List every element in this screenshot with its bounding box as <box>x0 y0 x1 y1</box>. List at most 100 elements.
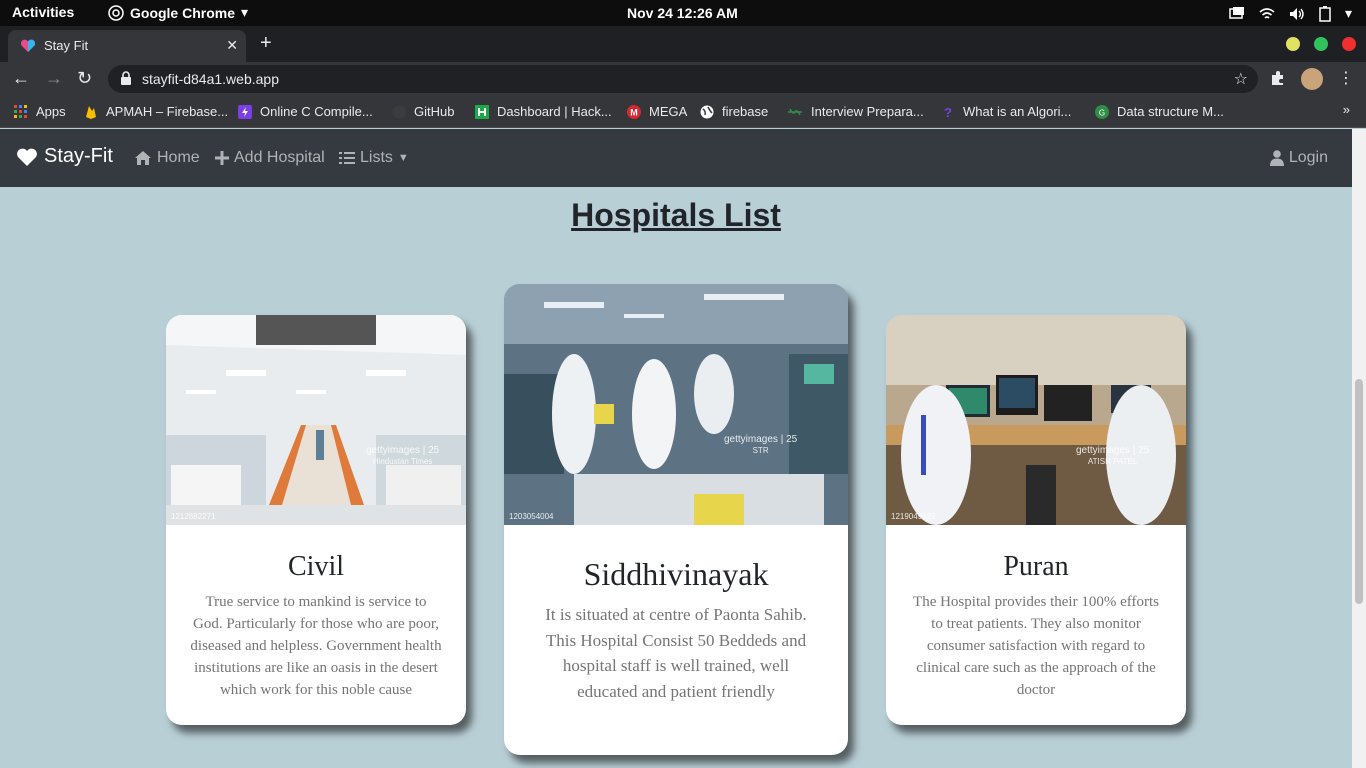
globe-icon <box>700 105 714 118</box>
url-text: stayfit-d84a1.web.app <box>142 71 279 87</box>
nav-home-label: Home <box>157 149 200 166</box>
forward-icon[interactable]: → <box>45 68 63 89</box>
bookmark-star-icon[interactable]: ☆ <box>1234 69 1248 89</box>
back-icon[interactable]: ← <box>12 68 30 89</box>
bookmark-label: firebase <box>722 104 769 119</box>
bookmark-label: Dashboard | Hack... <box>497 104 612 119</box>
hospital-card[interactable]: gettyimages | 25 ATISH PATEL 1219049622 P… <box>886 315 1186 725</box>
photo-id: 1212882271 <box>171 512 216 521</box>
hospital-card[interactable]: gettyimages | 25 Hindustan Times 12128822… <box>166 315 466 725</box>
photo-credit: ATISH PATEL <box>1087 457 1138 466</box>
icu-photo <box>504 284 848 525</box>
nav-lists-dropdown[interactable]: Lists ▼ <box>339 149 409 167</box>
battery-icon <box>1319 5 1331 22</box>
minimize-button[interactable] <box>1286 37 1300 51</box>
page-scrollbar[interactable] <box>1352 129 1366 768</box>
app-menu[interactable]: Google Chrome ▾ <box>108 4 248 21</box>
firebase-icon <box>86 105 96 119</box>
bolt-icon <box>238 104 252 119</box>
close-window-button[interactable] <box>1342 37 1356 51</box>
page-viewport: Stay-Fit Home Add Hospital Lists ▼ Login… <box>0 129 1352 768</box>
bookmark-label: What is an Algori... <box>963 104 1072 119</box>
bookmark-firebase[interactable]: firebase <box>700 104 768 119</box>
bookmark-interview-preparation[interactable]: Interview Prepara... <box>787 104 924 119</box>
brand-link[interactable]: Stay-Fit <box>16 145 113 168</box>
lock-icon <box>121 71 131 85</box>
nav-add-hospital[interactable]: Add Hospital <box>215 149 325 167</box>
bookmark-hackerrank[interactable]: Dashboard | Hack... <box>475 104 612 119</box>
nav-lists-label: Lists <box>360 149 393 166</box>
hospital-ward-photo <box>166 315 466 525</box>
hospital-description: It is situated at centre of Paonta Sahib… <box>545 605 807 701</box>
clock[interactable]: Nov 24 12:26 AM <box>627 5 738 21</box>
hospital-name: Puran <box>1003 551 1069 582</box>
more-bookmarks-icon[interactable]: » <box>1343 102 1350 117</box>
github-icon <box>392 105 406 118</box>
volume-icon <box>1289 7 1304 20</box>
svg-text:?: ? <box>944 105 952 119</box>
system-top-bar: Activities Google Chrome ▾ Nov 24 12:26 … <box>0 0 1366 26</box>
user-icon <box>1269 150 1284 166</box>
photo-id: 1219049622 <box>891 512 936 521</box>
home-icon <box>135 151 151 165</box>
caret-down-icon: ▼ <box>397 152 409 164</box>
watermark-badge: 25 <box>1138 445 1150 456</box>
nav-add-hospital-label: Add Hospital <box>234 149 325 166</box>
maximize-button[interactable] <box>1314 37 1328 51</box>
nav-login[interactable]: Login <box>1269 149 1328 167</box>
bookmark-mega[interactable]: M MEGA <box>627 104 687 119</box>
more-menu-icon[interactable]: ⋮ <box>1338 68 1354 88</box>
chevron-down-icon: ▾ <box>1344 5 1352 21</box>
address-bar[interactable]: stayfit-d84a1.web.app ☆ <box>108 65 1258 93</box>
question-icon: ? <box>944 105 952 119</box>
hackerrank-icon <box>475 104 489 119</box>
watermark-text: gettyimages <box>724 434 778 445</box>
photo-credit: Hindustan Times <box>372 457 433 466</box>
bookmark-label: Interview Prepara... <box>811 104 924 119</box>
bookmark-apps[interactable]: Apps <box>14 104 66 119</box>
extensions-icon[interactable] <box>1270 70 1286 86</box>
system-tray[interactable]: ▾ <box>1229 5 1352 22</box>
scrollbar-thumb[interactable] <box>1355 379 1363 604</box>
photo-credit: STR <box>752 446 769 455</box>
watermark-text: gettyimages <box>1076 445 1130 456</box>
mega-icon: M <box>627 104 641 119</box>
hospital-card[interactable]: gettyimages | 25 STR 1203054004 Siddhivin… <box>504 284 848 755</box>
geeksforgeeks-icon <box>788 108 802 115</box>
heart-favicon-icon <box>20 39 36 52</box>
profile-avatar[interactable] <box>1301 68 1323 90</box>
nav-home[interactable]: Home <box>134 149 200 167</box>
bookmark-label: Online C Compile... <box>260 104 373 119</box>
hospital-description: True service to mankind is service to Go… <box>190 594 442 698</box>
bookmark-label: Data structure M... <box>1117 104 1224 119</box>
photo-id: 1203054004 <box>509 512 554 521</box>
reload-icon[interactable]: ↻ <box>77 68 92 89</box>
window-controls <box>1286 37 1356 51</box>
hospital-name: Siddhivinayak <box>583 556 769 592</box>
activities-button[interactable]: Activities <box>12 4 74 20</box>
watermark: gettyimages | 25 ATISH PATEL <box>1076 445 1150 466</box>
tab-stay-fit[interactable]: Stay Fit ✕ <box>8 30 246 62</box>
heart-icon <box>17 148 37 166</box>
new-tab-button[interactable]: + <box>260 32 272 55</box>
nav-login-label: Login <box>1288 149 1328 166</box>
page-title: Hospitals List <box>571 197 781 233</box>
bookmark-online-c-compiler[interactable]: Online C Compile... <box>238 104 373 119</box>
browser-toolbar: ← → ↻ stayfit-d84a1.web.app ☆ ⋮ <box>0 62 1366 96</box>
bookmark-label: APMAH – Firebase... <box>106 104 229 119</box>
hospital-name: Civil <box>287 551 344 582</box>
bookmark-data-structure[interactable]: G Data structure M... <box>1095 104 1224 119</box>
site-navbar: Stay-Fit Home Add Hospital Lists ▼ Login <box>0 129 1352 187</box>
watermark: gettyimages | 25 Hindustan Times <box>366 445 440 466</box>
close-tab-icon[interactable]: ✕ <box>226 37 238 54</box>
tab-strip: Stay Fit ✕ + <box>0 26 1366 62</box>
bookmark-algorithm[interactable]: ? What is an Algori... <box>941 104 1071 119</box>
chevron-down-icon: ▾ <box>241 4 249 20</box>
bookmark-github[interactable]: GitHub <box>392 104 454 119</box>
app-menu-label: Google Chrome <box>130 4 236 21</box>
hospital-control-room-photo <box>886 315 1186 525</box>
bookmark-label: Apps <box>36 104 66 119</box>
bookmark-firebase-apmah[interactable]: APMAH – Firebase... <box>84 104 228 119</box>
hospital-description: The Hospital provides their 100% efforts… <box>913 594 1159 698</box>
watermark-text: gettyimages <box>366 445 420 456</box>
